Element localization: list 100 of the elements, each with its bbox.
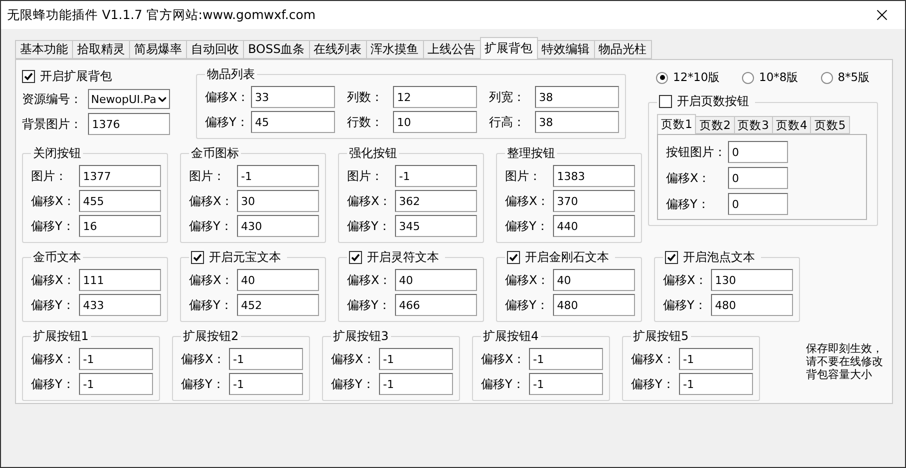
field-label: 偏移X： xyxy=(666,170,712,186)
tab[interactable]: 页数4 xyxy=(772,116,812,134)
field-label: 偏移Y： xyxy=(31,218,76,234)
group-title: 扩展按钮3 xyxy=(333,329,389,343)
radio-option[interactable]: 12*10版 xyxy=(656,70,720,85)
field-label: 列数： xyxy=(347,88,384,106)
group-title: 强化按钮 xyxy=(349,146,397,160)
checkmark-icon xyxy=(193,253,202,262)
input-field[interactable]: 480 xyxy=(553,294,635,316)
tab[interactable]: 简易爆率 xyxy=(129,40,187,59)
input-field[interactable]: 362 xyxy=(395,190,477,212)
input-field[interactable]: -1 xyxy=(237,165,319,187)
tab[interactable]: 页数5 xyxy=(810,116,850,134)
input-field[interactable]: 10 xyxy=(393,111,477,133)
input-field[interactable]: 1376 xyxy=(88,113,170,135)
input-field[interactable]: 1383 xyxy=(553,165,635,187)
input-field[interactable]: 12 xyxy=(393,86,477,108)
input-field[interactable]: -1 xyxy=(679,348,753,370)
tab[interactable]: 基本功能 xyxy=(15,40,73,59)
input-field[interactable]: 452 xyxy=(237,294,319,316)
input-field[interactable]: 130 xyxy=(711,269,793,291)
input-field[interactable]: -1 xyxy=(79,348,153,370)
input-field[interactable]: 440 xyxy=(553,215,635,237)
input-field[interactable]: 455 xyxy=(79,190,161,212)
group-title: 物品列表 xyxy=(207,67,255,81)
input-field[interactable]: -1 xyxy=(679,373,753,395)
input-field[interactable]: 33 xyxy=(251,86,335,108)
input-field[interactable]: -1 xyxy=(229,348,303,370)
input-field[interactable]: -1 xyxy=(395,165,477,187)
input-field[interactable]: 38 xyxy=(535,111,619,133)
field-label: 偏移Y： xyxy=(205,114,249,130)
input-field[interactable]: 345 xyxy=(395,215,477,237)
input-field[interactable]: 480 xyxy=(711,294,793,316)
input-field[interactable]: -1 xyxy=(229,373,303,395)
field-label: 偏移X： xyxy=(505,192,550,210)
field-label: 偏移Y： xyxy=(189,296,234,314)
input-field[interactable]: 45 xyxy=(251,111,335,133)
input-field[interactable]: 111 xyxy=(79,269,161,291)
tab[interactable]: 上线公告 xyxy=(422,40,481,59)
input-field[interactable]: 38 xyxy=(535,86,619,108)
tab[interactable]: 页数3 xyxy=(734,116,773,134)
field-label: 偏移X： xyxy=(189,272,234,288)
input-field[interactable]: -1 xyxy=(529,373,603,395)
field-label: 偏移Y： xyxy=(481,376,526,392)
tab[interactable]: 扩展背包 xyxy=(480,37,538,59)
field-label: 偏移Y： xyxy=(505,218,550,234)
input-field[interactable]: 0 xyxy=(728,167,788,189)
field-label: 偏移Y： xyxy=(666,196,710,212)
field-label: 行数： xyxy=(347,114,384,130)
radio-option[interactable]: 10*8版 xyxy=(742,70,799,85)
input-field[interactable]: -1 xyxy=(379,348,453,370)
field-label: 图片： xyxy=(31,168,68,184)
group-title: 扩展按钮5 xyxy=(633,329,689,343)
input-field[interactable]: -1 xyxy=(79,373,153,395)
field-label: 偏移X： xyxy=(189,192,234,210)
input-field[interactable]: 370 xyxy=(553,190,635,212)
field-label: 偏移X： xyxy=(481,350,526,368)
tab[interactable]: 拾取精灵 xyxy=(72,40,130,59)
group-title: 关闭按钮 xyxy=(33,146,81,160)
checkmark-icon xyxy=(509,253,518,262)
field-label: 偏移Y： xyxy=(631,376,676,392)
input-field[interactable]: -1 xyxy=(379,373,453,395)
field-label: 偏移X： xyxy=(31,192,76,210)
field-label: 偏移X： xyxy=(205,88,249,106)
checkmark-icon xyxy=(351,253,360,262)
tab[interactable]: 页数1 xyxy=(657,114,696,134)
tab[interactable]: 自动回收 xyxy=(186,40,244,59)
tab[interactable]: 特效编辑 xyxy=(536,40,595,59)
field-label: 偏移X： xyxy=(663,272,708,288)
input-field[interactable]: 40 xyxy=(553,269,635,291)
field-label: 偏移Y： xyxy=(347,296,392,314)
tab[interactable]: 页数2 xyxy=(695,116,735,134)
input-field[interactable]: 0 xyxy=(728,193,788,215)
field-label: 图片： xyxy=(189,168,226,184)
tab[interactable]: BOSS血条 xyxy=(243,40,310,59)
input-field[interactable]: 16 xyxy=(79,215,161,237)
input-field[interactable]: 0 xyxy=(728,141,788,163)
group-title: 金币图标 xyxy=(191,146,239,160)
tab[interactable]: 浑水摸鱼 xyxy=(366,40,424,59)
field-label: 列宽： xyxy=(489,88,526,106)
input-field[interactable]: 1377 xyxy=(79,165,161,187)
field-label: 偏移X： xyxy=(31,350,76,368)
field-label: 图片： xyxy=(347,168,384,184)
input-field[interactable]: 40 xyxy=(395,269,477,291)
input-field[interactable]: 40 xyxy=(237,269,319,291)
input-field[interactable]: 466 xyxy=(395,294,477,316)
field-label: 背景图片： xyxy=(22,116,83,132)
field-label: 偏移X： xyxy=(181,350,226,368)
tab[interactable]: 物品光柱 xyxy=(594,40,652,59)
field-label: 偏移X： xyxy=(331,350,376,368)
group-title: 整理按钮 xyxy=(507,146,555,160)
radio-option[interactable]: 8*5版 xyxy=(820,70,870,85)
input-field[interactable]: 430 xyxy=(237,215,319,237)
field-label: 偏移Y： xyxy=(181,376,226,392)
input-field[interactable]: 433 xyxy=(79,294,161,316)
input-field[interactable]: -1 xyxy=(529,348,603,370)
field-label: 偏移Y： xyxy=(331,376,376,392)
input-field[interactable]: 30 xyxy=(237,190,319,212)
dropdown[interactable]: NewopUI.Pa xyxy=(88,89,170,109)
tab[interactable]: 在线列表 xyxy=(308,40,367,59)
